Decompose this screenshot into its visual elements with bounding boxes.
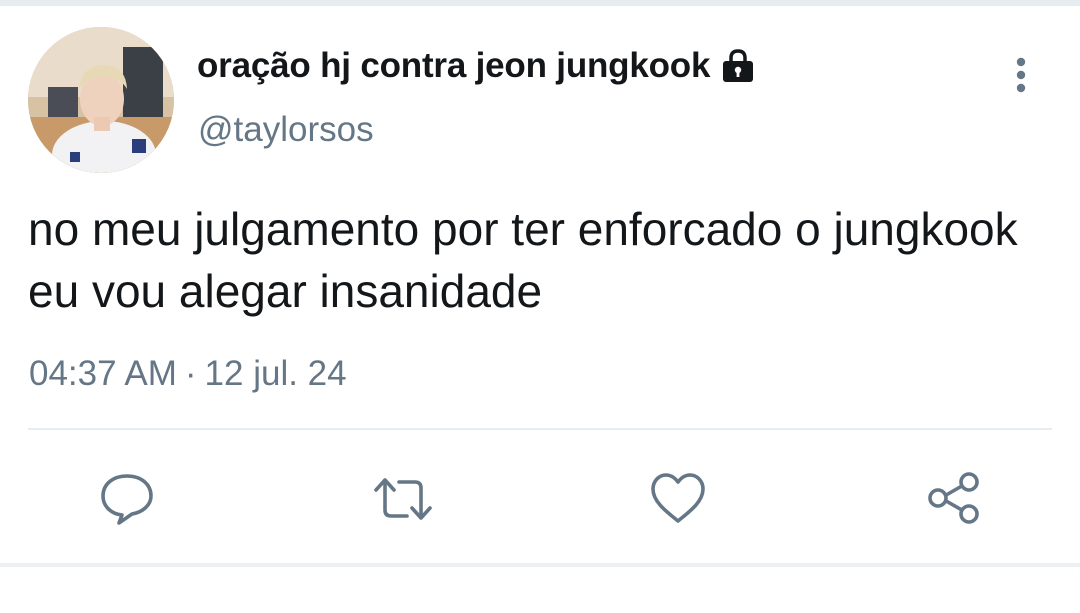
tweet-time: 04:37 AM [29, 354, 177, 393]
actions-divider [28, 428, 1052, 430]
tweet-date: 12 jul. 24 [204, 354, 347, 393]
tweet-timestamp[interactable]: 04:37 AM · 12 jul. 24 [29, 354, 347, 394]
more-vertical-icon[interactable] [1006, 56, 1036, 96]
reply-button[interactable] [98, 470, 156, 528]
avatar[interactable] [28, 27, 174, 173]
bottom-divider [0, 563, 1080, 567]
top-divider [0, 0, 1080, 6]
retweet-icon [374, 478, 432, 520]
display-name-text: oração hj contra jeon jungkook [197, 46, 711, 85]
retweet-button[interactable] [371, 470, 432, 528]
lock-icon [719, 47, 757, 85]
share-icon [928, 472, 979, 524]
like-button[interactable] [649, 470, 707, 528]
meta-separator: · [184, 354, 197, 393]
display-name[interactable]: oração hj contra jeon jungkook [197, 46, 757, 86]
comment-icon [101, 474, 153, 525]
share-button[interactable] [925, 470, 983, 528]
heart-icon [651, 473, 705, 523]
user-handle[interactable]: @taylorsos [198, 110, 374, 150]
tweet-text: no meu julgamento por ter enforcado o ju… [28, 203, 1018, 317]
avatar-image [28, 27, 174, 173]
